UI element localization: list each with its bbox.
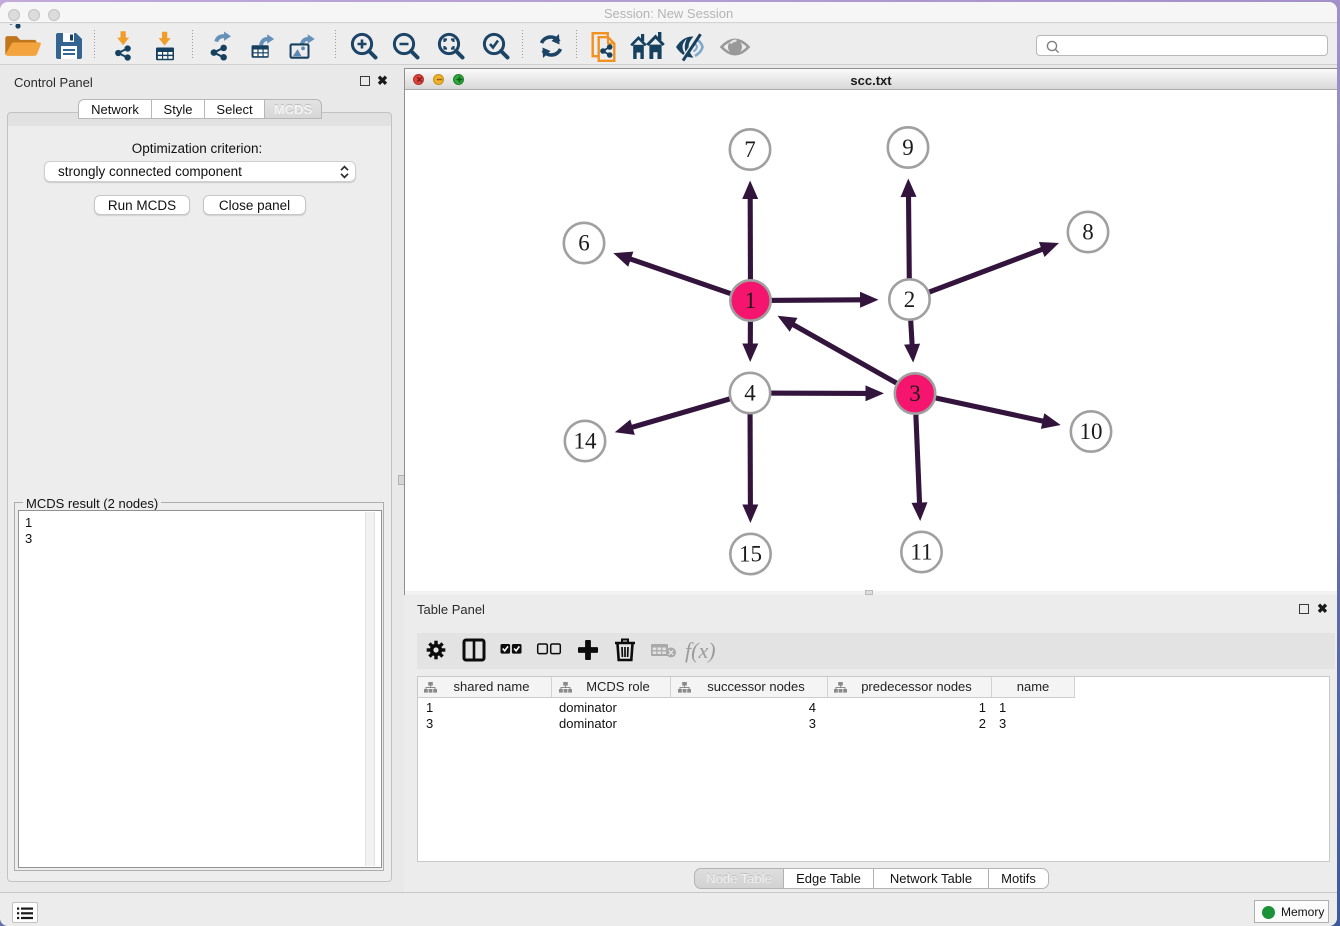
svg-text:1: 1 [745, 288, 757, 313]
svg-text:f(x): f(x) [685, 638, 716, 663]
svg-text:10: 10 [1080, 419, 1103, 444]
svg-text:6: 6 [578, 231, 590, 256]
svg-text:3: 3 [909, 381, 921, 406]
svg-text:9: 9 [902, 135, 914, 160]
svg-text:11: 11 [910, 540, 932, 565]
svg-text:15: 15 [739, 542, 762, 567]
svg-text:2: 2 [904, 287, 916, 312]
svg-text:4: 4 [744, 381, 756, 406]
svg-text:8: 8 [1082, 220, 1094, 245]
svg-text:14: 14 [574, 429, 598, 454]
svg-text:7: 7 [744, 137, 756, 162]
